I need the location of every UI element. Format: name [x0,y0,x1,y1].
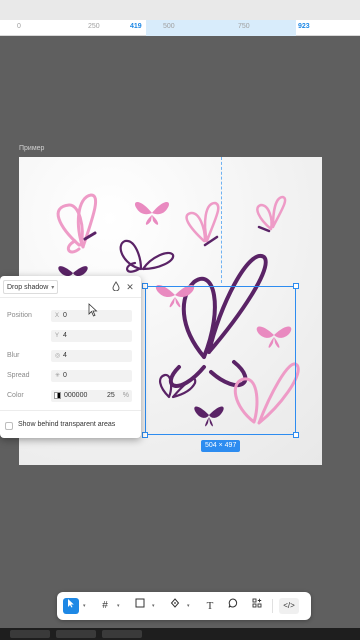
frame-tool-chevron-icon[interactable]: ▾ [117,603,120,609]
alignment-guide [221,157,222,283]
butterfly-solid-purple-small[interactable] [58,266,88,276]
spread-field[interactable]: ✳ 0 [51,370,132,382]
effect-type-label: Drop shadow [7,284,49,291]
move-tool-icon[interactable] [63,598,79,614]
bottom-toolbar: ▾ # ▾ ▾ ▾ T </> [57,592,311,620]
rectangle-tool-icon[interactable] [132,598,148,614]
resize-handle-top-left[interactable] [142,283,148,289]
offset-x-value: 0 [63,312,67,319]
show-behind-label: Show behind transparent areas [18,421,116,428]
spread-value: 0 [63,372,67,379]
components-tool-icon[interactable] [249,598,265,614]
butterfly-outline-purple[interactable] [119,239,175,273]
x-prefix: X [55,313,60,319]
ruler-tick: 0 [17,23,21,30]
butterfly-outline-top-right[interactable] [185,201,220,247]
text-tool-icon[interactable]: T [202,598,218,614]
spread-label: Spread [7,372,30,379]
taskbar-app[interactable] [56,630,96,638]
close-icon[interactable]: ✕ [124,281,136,293]
taskbar-app[interactable] [10,630,50,638]
ruler-tick: 750 [238,23,250,30]
shape-tool-chevron-icon[interactable]: ▾ [152,603,155,609]
butterfly-solid-pink[interactable] [134,202,170,225]
resize-handle-top-right[interactable] [293,283,299,289]
pen-tool-chevron-icon[interactable]: ▾ [187,603,190,609]
dev-mode-code-icon[interactable]: </> [279,598,299,614]
horizontal-ruler: 0 250 419 500 750 923 [0,20,360,36]
blend-mode-droplet-icon[interactable] [110,281,122,293]
resize-handle-bottom-right[interactable] [293,432,299,438]
effect-type-dropdown[interactable]: Drop shadow ▾ [3,280,59,294]
selection-bounding-box[interactable] [145,286,296,435]
ruler-tick-selection-end: 923 [298,23,310,30]
taskbar-app[interactable] [102,630,142,638]
butterfly-outline-large[interactable] [56,193,98,254]
ruler-tick: 250 [88,23,100,30]
opacity-field[interactable]: 25% [104,390,132,402]
color-hex-field[interactable]: 000000 [51,390,107,402]
position-label: Position [7,312,32,319]
panel-header: Drop shadow ▾ ✕ [0,276,141,298]
mouse-cursor-icon [88,303,98,317]
offset-y-field[interactable]: Y4 [51,330,132,342]
spread-icon: ✳ [55,373,61,379]
os-taskbar [0,628,360,640]
opacity-value: 25 [107,392,115,399]
resize-handle-bottom-left[interactable] [142,432,148,438]
selection-dimensions-badge: 504 × 497 [201,440,241,452]
color-hex-value: 000000 [64,392,88,399]
move-tool-chevron-icon[interactable]: ▾ [83,603,86,609]
comment-tool-icon[interactable] [225,598,241,614]
pen-tool-icon[interactable] [167,598,183,614]
browser-top-bar [0,0,360,20]
color-label: Color [7,392,24,399]
show-behind-checkbox[interactable] [5,422,13,430]
blur-label: Blur [7,352,20,359]
chevron-down-icon: ▾ [51,285,55,291]
y-prefix: Y [55,333,60,339]
blur-field[interactable]: ◎ 4 [51,350,132,362]
frame-tool-icon[interactable]: # [97,598,113,614]
panel-divider [0,410,141,411]
blur-value: 4 [63,352,67,359]
frame-name-label[interactable]: Пример [19,145,44,152]
color-swatch[interactable] [54,391,61,399]
butterfly-outline-far-right[interactable] [256,195,287,233]
opacity-unit: % [122,392,129,399]
blur-icon: ◎ [55,353,61,359]
ruler-tick: 500 [163,23,175,30]
ruler-tick-selection-start: 419 [130,23,142,30]
offset-y-value: 4 [63,332,67,339]
toolbar-separator [272,599,273,613]
effect-settings-panel: Drop shadow ▾ ✕ Position X0 Y4 Blur ◎ 4 Sp… [0,276,141,438]
